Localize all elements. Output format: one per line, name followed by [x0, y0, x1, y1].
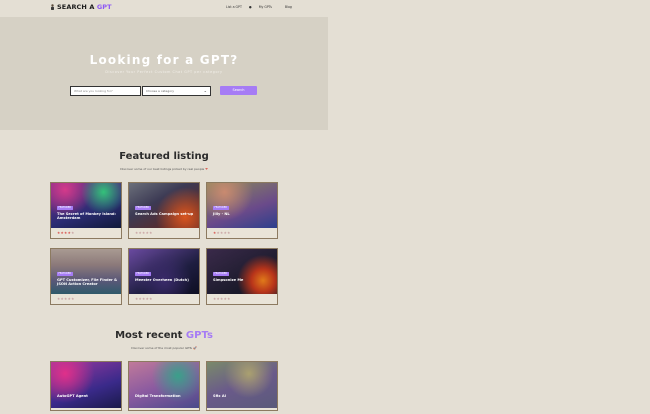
card-title: GPT Customizer, File Finder & JSON Actio…	[57, 278, 118, 287]
featured-card[interactable]: FEATURED Jilly - NL ★★★★★	[206, 182, 278, 239]
rating-stars: ★★★★★	[213, 297, 231, 301]
recent-title: Most recent GPTs	[0, 330, 328, 341]
featured-card[interactable]: FEATURED Search Ads Campaign set-up ★★★★…	[128, 182, 200, 239]
rating-stars: ★★★★★	[135, 231, 153, 235]
search-button[interactable]: Search	[220, 86, 257, 95]
recent-subtitle: Discover some of the most popular GPTs 🚀	[0, 346, 328, 350]
rocket-icon: 🚀	[192, 346, 197, 350]
hero: Looking for a GPT? Discover Your Perfect…	[0, 17, 328, 130]
nav-link-list-gpt[interactable]: List a GPT	[226, 5, 242, 9]
nav-link-label: My GPTs	[258, 5, 272, 9]
recent-card[interactable]: Sfix AI ★★★★★	[206, 361, 278, 411]
recent-title-accent: GPTs	[185, 330, 213, 341]
card-title: Jilly - NL	[213, 212, 230, 216]
rating-stars: ★★★★★	[213, 231, 231, 235]
featured-badge: FEATURED	[135, 206, 151, 210]
featured-subtitle: Discover some of our best listings picke…	[0, 167, 328, 171]
hero-title: Looking for a GPT?	[89, 53, 239, 67]
logo[interactable]: SEARCH A GPT	[50, 3, 112, 11]
featured-title: Featured listing	[119, 151, 209, 162]
card-title: Digital Transformation	[135, 394, 181, 398]
rating-stars: ★★★★★	[57, 231, 75, 235]
card-image	[51, 362, 121, 408]
nav-links: List a GPT ● My GPTs Blog	[226, 5, 298, 9]
recent-title-main: Most recent	[115, 330, 183, 341]
category-select-label: Choose a category	[146, 89, 175, 93]
nav-link-my-gpts[interactable]: ● My GPTs	[249, 5, 278, 9]
user-icon: ●	[248, 5, 252, 9]
featured-subtitle-text: Discover some of our best listings picke…	[120, 167, 205, 171]
rating-stars: ★★★★★	[57, 410, 75, 411]
card-title: Search Ads Campaign set-up	[135, 212, 194, 216]
person-icon	[50, 4, 55, 10]
card-title: Meester Overheen (Dutch)	[135, 278, 189, 282]
featured-badge: FEATURED	[135, 272, 151, 276]
logo-accent: GPT	[96, 3, 112, 11]
top-nav: SEARCH A GPT List a GPT ● My GPTs Blog	[0, 0, 328, 16]
card-title: Sfix AI	[213, 394, 226, 398]
card-title: Simpsonize Me	[213, 278, 244, 282]
featured-card[interactable]: FEATURED GPT Customizer, File Finder & J…	[50, 248, 122, 305]
card-image	[207, 362, 277, 408]
featured-card[interactable]: FEATURED Simpsonize Me ★★★★★	[206, 248, 278, 305]
logo-text: SEARCH A	[57, 3, 95, 11]
card-image	[129, 362, 199, 408]
recent-card[interactable]: Digital Transformation ★★★★★	[128, 361, 200, 411]
card-title: The Secret of Monkey Island: Amsterdam	[57, 212, 116, 221]
featured-card[interactable]: FEATURED Meester Overheen (Dutch) ★★★★★	[128, 248, 200, 305]
page: SEARCH A GPT List a GPT ● My GPTs Blog L…	[0, 0, 650, 414]
recent-subtitle-text: Discover some of the most popular GPTs	[131, 346, 192, 350]
recent-card[interactable]: AutoGPT Agent ★★★★★	[50, 361, 122, 411]
featured-badge: FEATURED	[57, 272, 73, 276]
content-column: SEARCH A GPT List a GPT ● My GPTs Blog L…	[0, 0, 328, 414]
hero-subtitle: Discover Your Perfect Custom Chat GPT pe…	[105, 70, 223, 74]
featured-card[interactable]: FEATURED The Secret of Monkey Island: Am…	[50, 182, 122, 239]
chevron-down-icon: ⌄	[203, 88, 207, 93]
rating-stars: ★★★★★	[135, 410, 153, 411]
rating-stars: ★★★★★	[135, 297, 153, 301]
card-title: AutoGPT Agent	[57, 394, 88, 398]
rating-stars: ★★★★★	[57, 297, 75, 301]
heart-icon: ❤	[205, 167, 208, 171]
featured-badge: FEATURED	[57, 206, 73, 210]
nav-link-blog[interactable]: Blog	[285, 5, 292, 9]
featured-badge: FEATURED	[213, 272, 229, 276]
featured-badge: FEATURED	[213, 206, 229, 210]
search-input[interactable]: What are you looking for?	[70, 86, 141, 96]
rating-stars: ★★★★★	[213, 410, 231, 411]
category-select[interactable]: Choose a category ⌄	[142, 86, 211, 96]
